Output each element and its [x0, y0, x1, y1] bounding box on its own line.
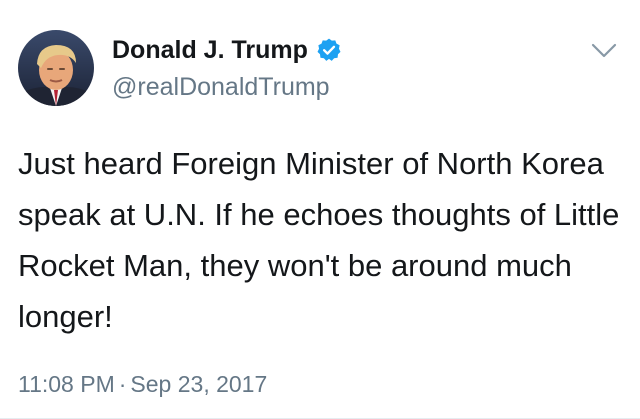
avatar[interactable]: [18, 30, 94, 106]
tweet-text: Just heard Foreign Minister of North Kor…: [18, 146, 620, 334]
avatar-image: [18, 30, 94, 106]
tweet-time[interactable]: 11:08 PM: [18, 371, 115, 397]
user-handle[interactable]: @realDonaldTrump: [112, 72, 330, 102]
tweet-card: Donald J. Trump @realDonaldTrump Just he…: [0, 0, 640, 419]
display-name-row[interactable]: Donald J. Trump: [112, 35, 342, 65]
tweet-date[interactable]: Sep 23, 2017: [130, 371, 267, 397]
tweet-timestamp[interactable]: 11:08 PM · Sep 23, 2017: [18, 369, 267, 399]
verified-badge-icon: [316, 37, 342, 63]
meta-separator: ·: [118, 371, 127, 397]
display-name[interactable]: Donald J. Trump: [112, 35, 308, 65]
chevron-down-icon[interactable]: [591, 42, 617, 60]
